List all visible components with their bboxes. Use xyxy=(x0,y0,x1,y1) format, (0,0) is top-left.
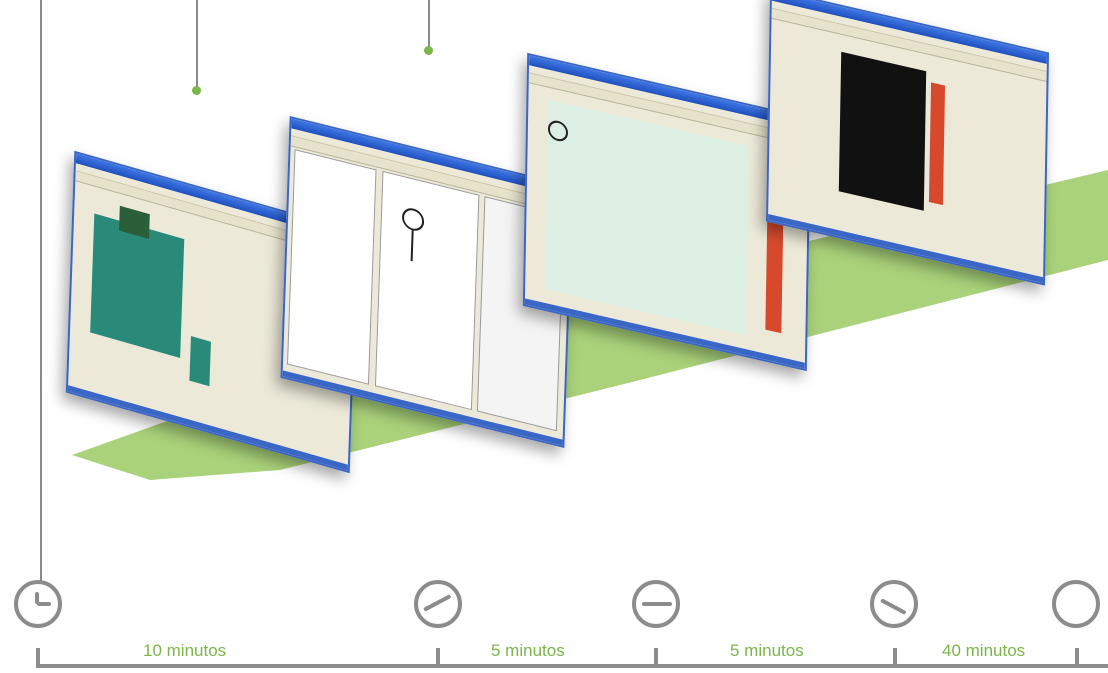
clock-2-hand xyxy=(423,594,452,612)
callout-dot-3 xyxy=(424,46,433,55)
callout-line-2 xyxy=(196,0,198,90)
timeline-tick-5 xyxy=(1075,648,1079,666)
callout-line-left xyxy=(40,0,42,582)
screenshot-2-generator-symbol xyxy=(402,208,425,262)
duration-label-1: 10 minutos xyxy=(143,641,227,660)
duration-label-3: 5 minutos xyxy=(730,641,804,660)
duration-label-4: 40 minutos xyxy=(942,641,1026,660)
screenshot-4-table xyxy=(838,51,927,211)
screenshot-4-red-column xyxy=(928,82,946,206)
callout-line-3 xyxy=(428,0,430,50)
clock-1-hand-horizontal xyxy=(37,602,51,606)
clock-3-hand xyxy=(642,602,672,606)
illustration: 10 minutos 5 minutos 5 minutos 40 minuto… xyxy=(0,0,1108,673)
timeline-tick-2 xyxy=(436,648,440,666)
screenshot-2-tree-panel xyxy=(286,149,377,385)
clock-icon-1 xyxy=(14,580,62,628)
screenshot-1-panel xyxy=(189,336,211,387)
timeline-tick-1 xyxy=(36,648,40,666)
clock-icon-4 xyxy=(870,580,918,628)
clock-4-hand xyxy=(880,598,907,615)
clock-icon-2 xyxy=(414,580,462,628)
screenshot-3-generator-symbol xyxy=(547,120,568,142)
clock-icon-5 xyxy=(1052,580,1100,628)
timeline-axis xyxy=(36,664,1108,668)
clock-icon-3 xyxy=(632,580,680,628)
screenshot-3-grid-area xyxy=(545,99,749,335)
callout-dot-2 xyxy=(192,86,201,95)
screenshot-3-red-column xyxy=(765,220,784,334)
timeline-tick-4 xyxy=(893,648,897,666)
duration-label-2: 5 minutos xyxy=(491,641,565,660)
timeline-tick-3 xyxy=(654,648,658,666)
